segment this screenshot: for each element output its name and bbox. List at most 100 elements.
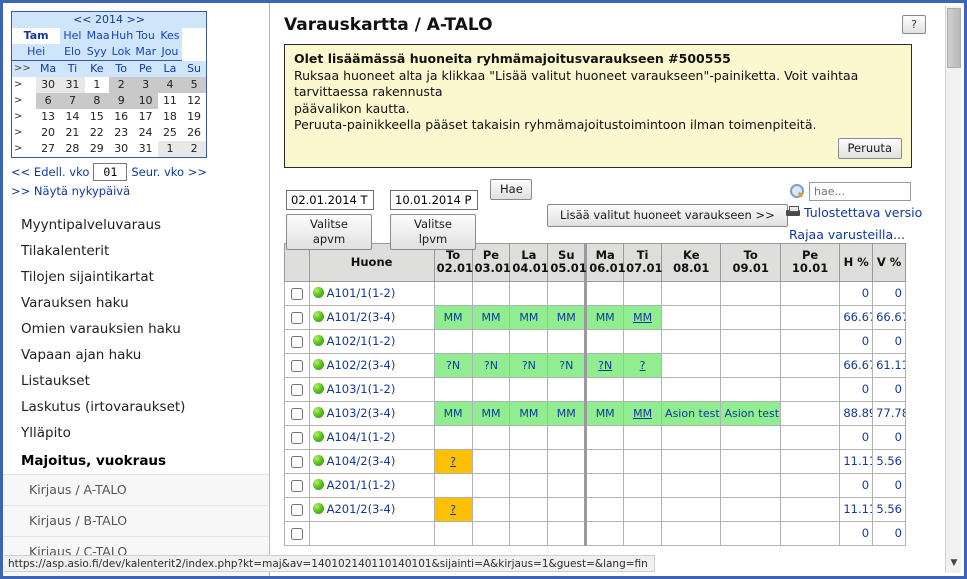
booking-cell[interactable] bbox=[471, 496, 511, 522]
booking-cell[interactable] bbox=[661, 448, 722, 474]
calendar-day[interactable]: 9 bbox=[109, 93, 134, 109]
booking-link[interactable]: MM bbox=[519, 407, 538, 420]
calendar-day[interactable]: 3 bbox=[133, 77, 158, 93]
booking-link[interactable]: MM bbox=[633, 311, 652, 324]
room-link[interactable]: A103/2(3-4) bbox=[327, 406, 396, 420]
booking-cell[interactable] bbox=[547, 472, 587, 498]
booking-cell[interactable] bbox=[509, 520, 549, 546]
row-select-checkbox-cell[interactable] bbox=[284, 496, 310, 522]
booking-cell[interactable] bbox=[779, 328, 841, 354]
booking-cell[interactable] bbox=[779, 400, 841, 426]
booking-cell[interactable] bbox=[547, 280, 587, 306]
booking-cell[interactable] bbox=[661, 304, 722, 330]
calendar-month-kes[interactable]: Kes bbox=[157, 28, 183, 44]
room-link[interactable]: A101/2(3-4) bbox=[327, 310, 396, 324]
row-select-checkbox[interactable] bbox=[290, 335, 303, 348]
room-link[interactable]: A201/1(1-2) bbox=[327, 478, 396, 492]
booking-link[interactable]: MM bbox=[444, 311, 463, 324]
room-name-cell[interactable]: A101/2(3-4) bbox=[308, 304, 435, 330]
booking-cell[interactable]: ? bbox=[433, 496, 473, 522]
filter-by-equipment-link[interactable]: Rajaa varusteilla... bbox=[789, 227, 905, 242]
help-button[interactable]: ? bbox=[902, 15, 926, 34]
booking-cell[interactable] bbox=[433, 424, 473, 450]
next-week-link[interactable]: Seur. vko >> bbox=[131, 165, 207, 179]
calendar-month-lok[interactable]: Lok bbox=[109, 44, 134, 61]
booking-link[interactable]: MM bbox=[596, 311, 615, 324]
pick-end-date-button[interactable]: Valitse lpvm bbox=[390, 213, 476, 250]
calendar-day[interactable]: 21 bbox=[60, 125, 85, 141]
booking-cell[interactable]: MM bbox=[433, 400, 473, 426]
booking-cell[interactable] bbox=[509, 496, 549, 522]
booking-cell[interactable] bbox=[471, 448, 511, 474]
room-name-cell[interactable]: A104/1(1-2) bbox=[308, 424, 435, 450]
calendar-month-hei[interactable]: Hei bbox=[11, 44, 61, 61]
booking-link[interactable]: ?N bbox=[446, 359, 460, 372]
sidebar-item-laskutus-irtovaraukset[interactable]: Laskutus (irtovaraukset) bbox=[3, 394, 269, 420]
sidebar-item-myyntipalveluvaraus[interactable]: Myyntipalveluvaraus bbox=[3, 212, 269, 238]
calendar-month-hel[interactable]: Hel bbox=[60, 28, 85, 44]
booking-link[interactable]: MM bbox=[557, 407, 576, 420]
booking-cell[interactable] bbox=[433, 472, 473, 498]
calendar-day[interactable]: 23 bbox=[109, 125, 134, 141]
calendar-week-link[interactable]: > bbox=[11, 77, 36, 93]
calendar-month-tou[interactable]: Tou bbox=[133, 28, 158, 44]
booking-link[interactable]: MM bbox=[596, 407, 615, 420]
booking-cell[interactable] bbox=[433, 280, 473, 306]
calendar-year[interactable]: << 2014 >> bbox=[11, 11, 207, 28]
start-date-input[interactable] bbox=[286, 189, 374, 210]
calendar-week-link[interactable]: > bbox=[11, 93, 36, 109]
booking-cell[interactable] bbox=[720, 472, 781, 498]
room-link[interactable]: A103/1(1-2) bbox=[327, 382, 396, 396]
calendar-day[interactable]: 29 bbox=[84, 141, 109, 158]
calendar-week-link[interactable]: > bbox=[11, 109, 36, 125]
booking-cell[interactable]: MM bbox=[547, 400, 587, 426]
calendar-day[interactable]: 24 bbox=[133, 125, 158, 141]
calendar-day[interactable]: 30 bbox=[35, 77, 61, 93]
row-select-checkbox[interactable] bbox=[290, 503, 303, 516]
row-select-checkbox[interactable] bbox=[290, 359, 303, 372]
calendar-day[interactable]: 12 bbox=[182, 93, 207, 109]
booking-cell[interactable] bbox=[720, 376, 781, 402]
booking-link[interactable]: ?N bbox=[522, 359, 536, 372]
booking-cell[interactable] bbox=[623, 424, 663, 450]
row-select-checkbox-cell[interactable] bbox=[284, 448, 310, 474]
sidebar-subitem-kirjaus-b-talo[interactable]: Kirjaus / B-TALO bbox=[3, 505, 269, 536]
row-select-checkbox-cell[interactable] bbox=[284, 304, 310, 330]
booking-link[interactable]: ?N bbox=[484, 359, 498, 372]
row-select-checkbox[interactable] bbox=[290, 383, 303, 396]
grid-day-header-05-01[interactable]: Su 05.01 bbox=[547, 242, 587, 282]
booking-cell[interactable] bbox=[547, 376, 587, 402]
calendar-day[interactable]: 22 bbox=[84, 125, 109, 141]
scroll-down-arrow[interactable]: ▼ bbox=[946, 555, 962, 571]
scrollbar-thumb[interactable] bbox=[947, 8, 961, 68]
booking-cell[interactable] bbox=[779, 424, 841, 450]
row-select-checkbox[interactable] bbox=[290, 455, 303, 468]
room-name-cell[interactable]: A101/1(1-2) bbox=[308, 280, 435, 306]
booking-cell[interactable]: MM bbox=[471, 304, 511, 330]
booking-link[interactable]: ?N bbox=[559, 359, 573, 372]
row-select-checkbox-cell[interactable] bbox=[284, 424, 310, 450]
booking-link[interactable]: MM bbox=[481, 311, 500, 324]
booking-cell[interactable] bbox=[584, 520, 625, 546]
row-select-checkbox-cell[interactable] bbox=[284, 520, 310, 546]
booking-cell[interactable] bbox=[623, 520, 663, 546]
calendar-day[interactable]: 2 bbox=[109, 77, 134, 93]
calendar-day[interactable]: 5 bbox=[182, 77, 207, 93]
grid-day-header-04-01[interactable]: La 04.01 bbox=[509, 242, 549, 282]
calendar-day[interactable]: 28 bbox=[60, 141, 85, 158]
row-select-checkbox[interactable] bbox=[290, 311, 303, 324]
booking-cell[interactable] bbox=[661, 280, 722, 306]
grid-day-header-06-01[interactable]: Ma 06.01 bbox=[584, 242, 626, 282]
booking-cell[interactable] bbox=[779, 376, 841, 402]
sidebar-item-tilojen-sijaintikartat[interactable]: Tilojen sijaintikartat bbox=[3, 264, 269, 290]
booking-cell[interactable] bbox=[623, 448, 663, 474]
calendar-day[interactable]: 19 bbox=[182, 109, 207, 125]
room-name-cell[interactable]: A104/2(3-4) bbox=[308, 448, 435, 474]
sidebar-item-vapaan-ajan-haku[interactable]: Vapaan ajan haku bbox=[3, 342, 269, 368]
sidebar-item-varauksen-haku[interactable]: Varauksen haku bbox=[3, 290, 269, 316]
calendar-day[interactable]: 31 bbox=[133, 141, 158, 158]
calendar-day[interactable]: 18 bbox=[157, 109, 183, 125]
booking-cell[interactable] bbox=[720, 448, 781, 474]
booking-cell[interactable]: ?N bbox=[471, 352, 511, 378]
sidebar-item-majoitus-vuokraus[interactable]: Majoitus, vuokraus bbox=[3, 446, 269, 474]
